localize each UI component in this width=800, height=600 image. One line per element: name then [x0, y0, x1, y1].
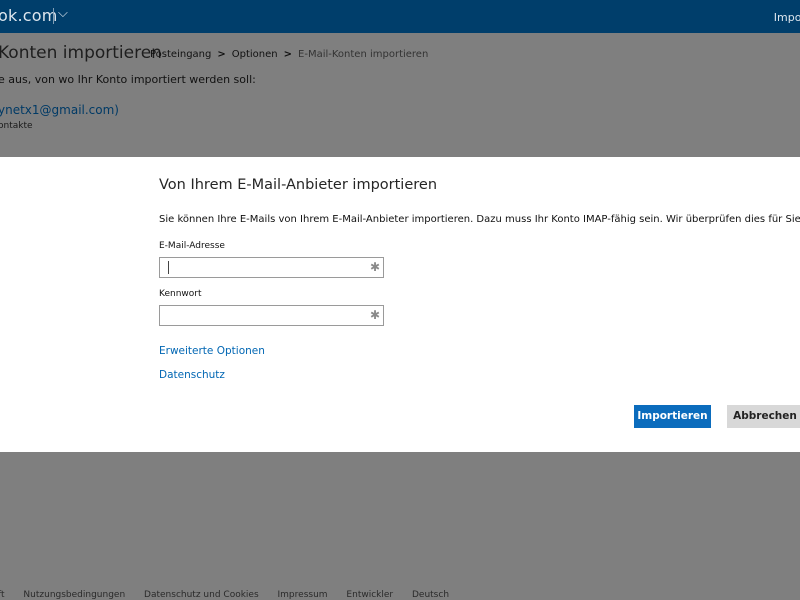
footer-item[interactable]: ft [0, 590, 5, 600]
breadcrumb-separator: > [283, 49, 293, 60]
email-field-wrapper: ✱ [159, 257, 384, 279]
import-instruction: e aus, von wo Ihr Konto importiert werde… [0, 73, 256, 86]
import-button[interactable]: Importieren [634, 405, 711, 428]
account-link[interactable]: ynetx1@gmail.com) [0, 103, 119, 117]
breadcrumb-options[interactable]: Optionen [232, 49, 278, 60]
chevron-down-icon[interactable]: ⌵ [58, 6, 68, 21]
top-right-import-label[interactable]: Impor [774, 11, 800, 24]
breadcrumb-separator: > [217, 49, 226, 60]
breadcrumb-current: E-Mail-Konten importieren [298, 49, 429, 60]
required-icon: ✱ [369, 260, 380, 274]
required-icon: ✱ [369, 308, 380, 322]
brand-separator [53, 8, 54, 24]
footer-developer-link[interactable]: Entwickler [346, 590, 393, 600]
footer: ft Nutzungsbedingungen Datenschutz und C… [0, 590, 465, 600]
password-field-wrapper: ✱ [159, 305, 384, 327]
cancel-button[interactable]: Abbrechen [727, 405, 800, 428]
footer-imprint-link[interactable]: Impressum [278, 590, 328, 600]
email-field[interactable] [160, 260, 366, 279]
text-cursor [168, 261, 169, 274]
footer-terms-link[interactable]: Nutzungsbedingungen [23, 590, 125, 600]
breadcrumb-inbox[interactable]: Posteingang [150, 49, 211, 60]
footer-language-link[interactable]: Deutsch [412, 590, 449, 600]
brand-logo[interactable]: ok.com [0, 6, 58, 25]
advanced-options-link[interactable]: Erweiterte Optionen [159, 345, 265, 357]
dialog-title: Von Ihrem E-Mail-Anbieter importieren [159, 177, 438, 193]
breadcrumb: Posteingang > Optionen > E-Mail-Konten impor… [150, 49, 428, 60]
account-subtext: ontakte [0, 121, 33, 131]
top-bar: ok.com ⌵ Impor [0, 0, 800, 33]
privacy-link[interactable]: Datenschutz [159, 369, 225, 381]
page-title: Konten importieren [0, 43, 162, 63]
footer-privacy-link[interactable]: Datenschutz und Cookies [144, 590, 259, 600]
password-field[interactable] [160, 308, 366, 327]
password-label: Kennwort [159, 289, 202, 299]
email-label: E-Mail-Adresse [159, 241, 225, 251]
dialog-description: Sie können Ihre E-Mails von Ihrem E-Mail… [159, 214, 800, 225]
import-dialog: Von Ihrem E-Mail-Anbieter importieren Si… [0, 157, 800, 452]
